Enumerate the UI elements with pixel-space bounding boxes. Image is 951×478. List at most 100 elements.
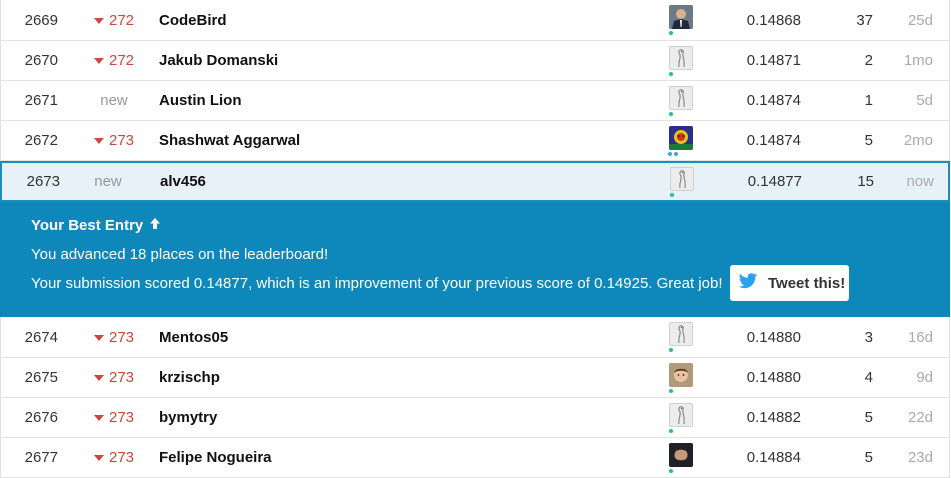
avatar[interactable] (669, 125, 693, 150)
caret-down-icon (93, 415, 104, 421)
rank-change: new (100, 92, 128, 109)
tier-dot (669, 348, 673, 352)
team-members[interactable] (668, 81, 694, 120)
last-submission: 16d (907, 328, 933, 346)
arrow-up-icon (149, 217, 161, 234)
avatar[interactable] (669, 402, 693, 427)
tier-dot (669, 428, 673, 433)
avatar[interactable] (669, 362, 693, 387)
rank-change: 273 (79, 121, 149, 160)
tier-dot (669, 31, 673, 35)
rank-change: 272 (79, 0, 149, 40)
score: 0.14868 (746, 11, 801, 29)
leaderboard-row[interactable]: 2670 272 Jakub Domanski 0.14871 2 1mo (1, 41, 949, 81)
twitter-bird-icon (738, 272, 758, 294)
tweet-button[interactable]: Tweet this! (730, 265, 849, 301)
entries-count: 3 (864, 328, 873, 346)
team-name[interactable]: bymytry (159, 398, 217, 437)
team-members[interactable] (668, 317, 694, 357)
team-members[interactable] (668, 358, 694, 397)
leaderboard-row[interactable]: 2669 272 CodeBird 0.14868 37 25d (1, 0, 949, 41)
leaderboard-row[interactable]: 2677 273 Felipe Nogueira 0.14884 5 23d (1, 438, 949, 478)
leaderboard-row-current[interactable]: 2673 new alv456 0.14877 15 now (0, 161, 950, 202)
team-members[interactable] (668, 0, 694, 40)
entries-count: 1 (864, 92, 873, 109)
leaderboard-row[interactable]: 2676 273 bymytry 0.14882 5 22d (1, 398, 949, 438)
entries-count: 5 (864, 449, 873, 466)
score: 0.14880 (746, 369, 801, 386)
team-members[interactable] (668, 438, 694, 477)
team-name[interactable]: Mentos05 (159, 317, 228, 357)
team-name[interactable]: Jakub Domanski (159, 41, 278, 80)
last-submission: 1mo (903, 52, 933, 69)
last-submission: now (906, 173, 934, 190)
last-submission: 9d (916, 369, 933, 386)
best-entry-title: Your Best Entry (31, 217, 161, 234)
entries-count: 37 (856, 11, 873, 29)
rank: 2669 (24, 11, 58, 29)
caret-down-icon (93, 375, 104, 381)
team-name[interactable]: Shashwat Aggarwal (159, 121, 300, 160)
best-entry-banner: Your Best Entry You advanced 18 places o… (0, 202, 950, 317)
rank: 2676 (24, 409, 58, 426)
rank: 2673 (26, 173, 60, 190)
last-submission: 2mo (903, 132, 933, 149)
tier-dot (670, 192, 674, 197)
rank-change: 273 (79, 358, 149, 397)
tier-dot (669, 388, 673, 393)
avatar[interactable] (669, 5, 693, 29)
entries-count: 4 (864, 369, 873, 386)
score-message: Your submission scored 0.14877, which is… (31, 275, 723, 292)
score: 0.14877 (747, 173, 802, 190)
rank-change: 273 (79, 317, 149, 357)
caret-down-icon (93, 334, 104, 341)
entries-count: 5 (864, 132, 873, 149)
avatar[interactable] (669, 322, 693, 346)
last-submission: 23d (907, 449, 933, 466)
avatar[interactable] (669, 85, 693, 110)
team-name[interactable]: Austin Lion (159, 81, 242, 120)
team-name[interactable]: alv456 (160, 163, 206, 200)
team-members[interactable] (668, 398, 694, 437)
leaderboard-row[interactable]: 2674 273 Mentos05 0.14880 3 16d (1, 317, 949, 358)
team-name[interactable]: Felipe Nogueira (159, 438, 272, 477)
tier-dots (668, 151, 678, 156)
entries-count: 2 (864, 52, 873, 69)
caret-down-icon (93, 58, 104, 64)
avatar[interactable] (669, 45, 693, 70)
last-submission: 25d (907, 11, 933, 29)
team-name[interactable]: CodeBird (159, 0, 227, 40)
rank: 2672 (24, 132, 58, 149)
team-members[interactable] (668, 41, 694, 80)
avatar[interactable] (669, 442, 693, 467)
rank-change: 272 (79, 41, 149, 80)
leaderboard-row[interactable]: 2675 273 krzischp 0.14880 4 9d (1, 358, 949, 398)
rank-change: 273 (79, 398, 149, 437)
last-submission: 22d (907, 409, 933, 426)
leaderboard: 2669 272 CodeBird 0.14868 37 25d 2670 27… (0, 0, 950, 478)
score: 0.14874 (746, 92, 801, 109)
score: 0.14871 (746, 52, 801, 69)
advanced-message: You advanced 18 places on the leaderboar… (31, 246, 329, 263)
rank-change: 273 (79, 438, 149, 477)
team-name[interactable]: krzischp (159, 358, 220, 397)
caret-down-icon (93, 138, 104, 144)
score: 0.14880 (746, 328, 801, 346)
tier-dot (669, 71, 673, 76)
rank: 2677 (24, 449, 58, 466)
leaderboard-row[interactable]: 2671 new Austin Lion 0.14874 1 5d (1, 81, 949, 121)
rank: 2671 (24, 92, 58, 109)
tier-dot (669, 111, 673, 116)
team-members[interactable] (669, 163, 695, 200)
avatar[interactable] (670, 166, 694, 191)
leaderboard-row[interactable]: 2672 273 Shashwat Aggarwal 0.14874 5 2mo (1, 121, 949, 161)
score: 0.14882 (746, 409, 801, 426)
team-members[interactable] (668, 121, 694, 160)
score: 0.14884 (746, 449, 801, 466)
rank-change: new (94, 173, 122, 190)
rank: 2670 (24, 52, 58, 69)
caret-down-icon (93, 455, 104, 461)
last-submission: 5d (916, 92, 933, 109)
tier-dot (669, 468, 673, 473)
score: 0.14874 (746, 132, 801, 149)
